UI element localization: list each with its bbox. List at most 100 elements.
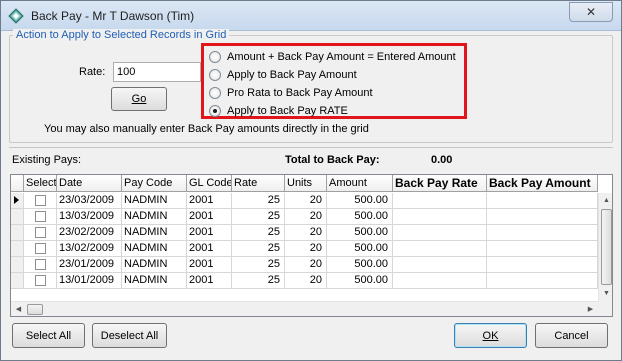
- amount-cell[interactable]: 500.00: [327, 257, 393, 273]
- existing-pays-grid[interactable]: Select Date Pay Code GL Code Rate Units …: [10, 174, 613, 317]
- units-cell[interactable]: 20: [285, 241, 327, 257]
- rate-cell[interactable]: 25: [232, 273, 285, 289]
- radio-icon[interactable]: [209, 86, 221, 99]
- close-button[interactable]: ✕: [569, 2, 613, 22]
- table-row[interactable]: 13/02/2009 NADMIN 2001 25 20 500.00: [11, 241, 598, 257]
- scroll-down-arrow-icon[interactable]: ▼: [599, 286, 612, 301]
- back-pay-rate-cell[interactable]: [393, 225, 487, 241]
- row-indicator[interactable]: [11, 273, 24, 289]
- pay-code-cell[interactable]: NADMIN: [122, 273, 187, 289]
- back-pay-amount-cell[interactable]: [487, 193, 598, 209]
- back-pay-rate-cell[interactable]: [393, 209, 487, 225]
- scroll-left-arrow-icon[interactable]: ◀: [11, 302, 26, 316]
- gl-code-cell[interactable]: 2001: [187, 241, 232, 257]
- table-row[interactable]: 23/02/2009 NADMIN 2001 25 20 500.00: [11, 225, 598, 241]
- select-checkbox[interactable]: [34, 195, 46, 206]
- units-cell[interactable]: 20: [285, 193, 327, 209]
- select-checkbox[interactable]: [34, 227, 46, 238]
- gl-code-cell[interactable]: 2001: [187, 193, 232, 209]
- pay-code-cell[interactable]: NADMIN: [122, 241, 187, 257]
- deselect-all-button[interactable]: Deselect All: [92, 323, 167, 348]
- rate-cell[interactable]: 25: [232, 225, 285, 241]
- scroll-right-arrow-icon[interactable]: ▶: [583, 302, 598, 316]
- table-row[interactable]: 23/01/2009 NADMIN 2001 25 20 500.00: [11, 257, 598, 273]
- table-row[interactable]: 13/01/2009 NADMIN 2001 25 20 500.00: [11, 273, 598, 289]
- back-pay-rate-cell[interactable]: [393, 273, 487, 289]
- gl-code-cell[interactable]: 2001: [187, 273, 232, 289]
- pay-code-cell[interactable]: NADMIN: [122, 209, 187, 225]
- back-pay-rate-cell[interactable]: [393, 241, 487, 257]
- column-header-units[interactable]: Units: [285, 175, 327, 192]
- select-cell[interactable]: [24, 257, 57, 273]
- select-cell[interactable]: [24, 209, 57, 225]
- rate-cell[interactable]: 25: [232, 241, 285, 257]
- pay-code-cell[interactable]: NADMIN: [122, 225, 187, 241]
- back-pay-amount-cell[interactable]: [487, 257, 598, 273]
- option-apply-to-back-pay-amount[interactable]: Apply to Back Pay Amount: [209, 66, 357, 83]
- pay-code-cell[interactable]: NADMIN: [122, 193, 187, 209]
- select-cell[interactable]: [24, 193, 57, 209]
- rate-cell[interactable]: 25: [232, 209, 285, 225]
- table-row[interactable]: 13/03/2009 NADMIN 2001 25 20 500.00: [11, 209, 598, 225]
- select-cell[interactable]: [24, 241, 57, 257]
- option-amount-plus-back-pay[interactable]: Amount + Back Pay Amount = Entered Amoun…: [209, 48, 456, 65]
- cancel-button[interactable]: Cancel: [535, 323, 608, 348]
- column-header-pay-code[interactable]: Pay Code: [122, 175, 187, 192]
- column-header-rate[interactable]: Rate: [232, 175, 285, 192]
- table-row[interactable]: 23/03/2009 NADMIN 2001 25 20 500.00: [11, 193, 598, 209]
- row-indicator[interactable]: [11, 257, 24, 273]
- column-header-back-pay-rate[interactable]: Back Pay Rate: [393, 175, 487, 192]
- option-pro-rata[interactable]: Pro Rata to Back Pay Amount: [209, 84, 373, 101]
- radio-selected-icon[interactable]: [209, 104, 221, 117]
- rate-cell[interactable]: 25: [232, 257, 285, 273]
- column-header-date[interactable]: Date: [57, 175, 122, 192]
- amount-cell[interactable]: 500.00: [327, 225, 393, 241]
- rate-cell[interactable]: 25: [232, 193, 285, 209]
- select-checkbox[interactable]: [34, 211, 46, 222]
- radio-icon[interactable]: [209, 68, 221, 81]
- row-indicator[interactable]: [11, 209, 24, 225]
- horizontal-scroll-thumb[interactable]: [27, 304, 43, 315]
- select-all-button[interactable]: Select All: [12, 323, 85, 348]
- vertical-scroll-thumb[interactable]: [601, 209, 612, 285]
- amount-cell[interactable]: 500.00: [327, 273, 393, 289]
- gl-code-cell[interactable]: 2001: [187, 209, 232, 225]
- select-checkbox[interactable]: [34, 243, 46, 254]
- gl-code-cell[interactable]: 2001: [187, 257, 232, 273]
- back-pay-amount-cell[interactable]: [487, 209, 598, 225]
- horizontal-scrollbar[interactable]: ◀ ▶: [11, 301, 598, 316]
- back-pay-amount-cell[interactable]: [487, 241, 598, 257]
- back-pay-amount-cell[interactable]: [487, 225, 598, 241]
- row-indicator[interactable]: [11, 193, 24, 209]
- column-header-select[interactable]: Select: [24, 175, 57, 192]
- units-cell[interactable]: 20: [285, 225, 327, 241]
- select-checkbox[interactable]: [34, 259, 46, 270]
- date-cell[interactable]: 23/01/2009: [57, 257, 122, 273]
- units-cell[interactable]: 20: [285, 257, 327, 273]
- back-pay-rate-cell[interactable]: [393, 193, 487, 209]
- vertical-scrollbar[interactable]: ▲ ▼: [598, 193, 612, 301]
- go-button[interactable]: Go: [111, 87, 167, 111]
- amount-cell[interactable]: 500.00: [327, 209, 393, 225]
- column-header-amount[interactable]: Amount: [327, 175, 393, 192]
- date-cell[interactable]: 13/03/2009: [57, 209, 122, 225]
- radio-icon[interactable]: [209, 50, 221, 63]
- date-cell[interactable]: 23/03/2009: [57, 193, 122, 209]
- units-cell[interactable]: 20: [285, 209, 327, 225]
- select-cell[interactable]: [24, 225, 57, 241]
- date-cell[interactable]: 23/02/2009: [57, 225, 122, 241]
- row-indicator[interactable]: [11, 241, 24, 257]
- select-cell[interactable]: [24, 273, 57, 289]
- amount-cell[interactable]: 500.00: [327, 193, 393, 209]
- pay-code-cell[interactable]: NADMIN: [122, 257, 187, 273]
- back-pay-rate-cell[interactable]: [393, 257, 487, 273]
- gl-code-cell[interactable]: 2001: [187, 225, 232, 241]
- ok-button[interactable]: OK: [454, 323, 527, 348]
- column-header-back-pay-amount[interactable]: Back Pay Amount: [487, 175, 598, 192]
- rate-input[interactable]: [113, 62, 201, 82]
- row-indicator[interactable]: [11, 225, 24, 241]
- title-bar[interactable]: Back Pay - Mr T Dawson (Tim) ✕: [1, 1, 621, 31]
- option-apply-to-back-pay-rate[interactable]: Apply to Back Pay RATE: [209, 102, 348, 119]
- scroll-up-arrow-icon[interactable]: ▲: [599, 193, 612, 208]
- date-cell[interactable]: 13/02/2009: [57, 241, 122, 257]
